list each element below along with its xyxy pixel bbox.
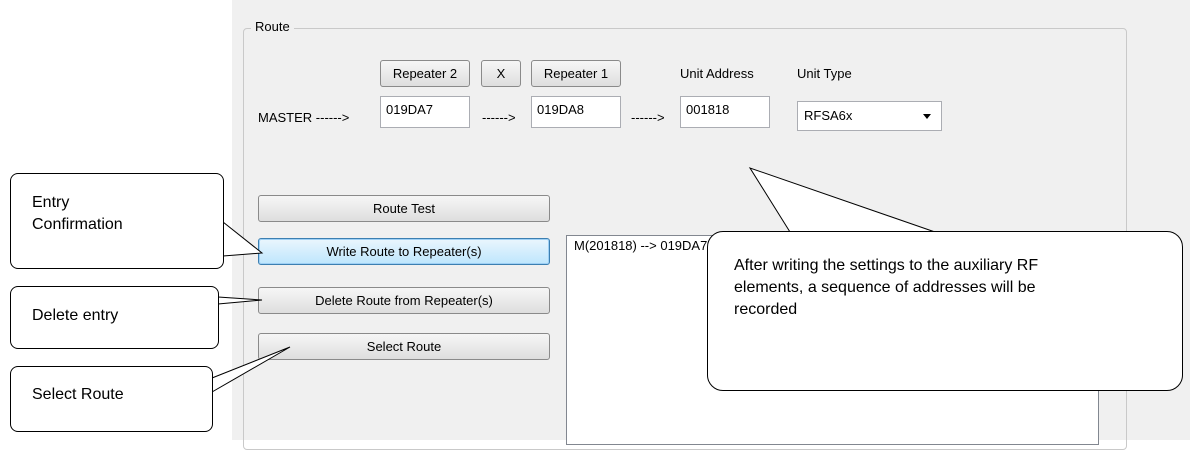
swap-repeaters-button[interactable]: X — [481, 60, 521, 87]
entry-confirmation-line-2: Confirmation — [32, 216, 123, 233]
select-route-button[interactable]: Select Route — [258, 333, 550, 360]
auxiliary-line-1: After writing the settings to the auxili… — [734, 257, 1039, 274]
master-label: MASTER ------> — [258, 110, 350, 125]
route-arrow-1: ------> — [482, 110, 516, 125]
entry-confirmation-line-1: Entry — [32, 194, 70, 211]
write-route-button[interactable]: Write Route to Repeater(s) — [258, 238, 550, 265]
delete-entry-text: Delete entry — [32, 307, 119, 324]
auxiliary-rf-callout: After writing the settings to the auxili… — [707, 231, 1183, 391]
unit-address-label: Unit Address — [680, 66, 754, 81]
route-arrow-2: ------> — [631, 110, 665, 125]
route-group-title: Route — [251, 19, 294, 34]
select-route-callout-text: Select Route — [32, 386, 124, 403]
repeater-1-address-field[interactable]: 019DA8 — [531, 96, 621, 128]
unit-type-value: RFSA6x — [804, 108, 853, 123]
repeater-2-button[interactable]: Repeater 2 — [380, 60, 470, 87]
chevron-down-icon — [923, 114, 931, 119]
repeater-2-address-field[interactable]: 019DA7 — [380, 96, 470, 128]
unit-type-label: Unit Type — [797, 66, 852, 81]
repeater-1-button[interactable]: Repeater 1 — [531, 60, 621, 87]
delete-route-button[interactable]: Delete Route from Repeater(s) — [258, 287, 550, 314]
entry-confirmation-callout: Entry Confirmation — [10, 173, 224, 269]
unit-type-select[interactable]: RFSA6x — [797, 101, 942, 131]
select-route-callout: Select Route — [10, 366, 213, 432]
auxiliary-line-2: elements, a sequence of addresses will b… — [734, 279, 1036, 296]
auxiliary-line-3: recorded — [734, 301, 798, 318]
unit-address-field[interactable]: 001818 — [680, 96, 770, 128]
delete-entry-callout: Delete entry — [10, 286, 219, 349]
route-test-button[interactable]: Route Test — [258, 195, 550, 222]
